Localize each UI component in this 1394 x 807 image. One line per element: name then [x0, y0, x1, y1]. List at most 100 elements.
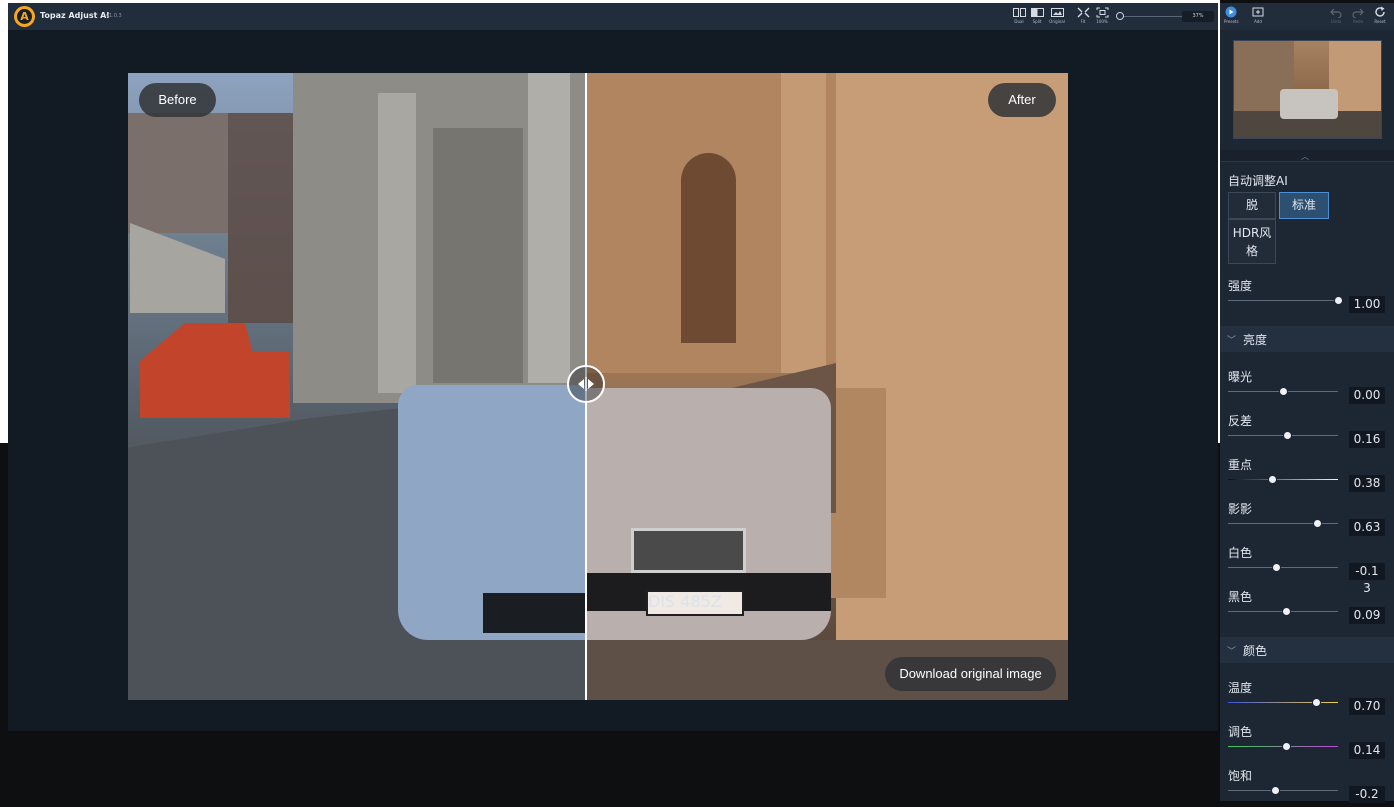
contrast-value[interactable]: 0.16 — [1349, 431, 1385, 448]
temperature-value[interactable]: 0.70 — [1349, 698, 1385, 715]
whites-slider-track[interactable] — [1228, 567, 1338, 568]
main-window: A Topaz Adjust AI v1.0.3 Dual Split Orig… — [8, 3, 1218, 731]
car-bumper — [483, 593, 586, 633]
top-toolbar: A Topaz Adjust AI v1.0.3 Dual Split Orig… — [8, 3, 1218, 30]
shadows-slider-handle[interactable] — [1312, 519, 1322, 528]
topaz-logo-icon: A — [14, 6, 35, 27]
image-icon — [1050, 8, 1064, 17]
saturation-slider-track[interactable] — [1228, 790, 1338, 791]
mode-hdr-button[interactable]: HDR风 格 — [1228, 219, 1276, 264]
undo-label: Undo — [1330, 19, 1342, 24]
scaffold-tower — [228, 113, 298, 323]
contrast-label: 反差 — [1228, 414, 1253, 428]
chevron-up-icon: ︿ — [1301, 152, 1309, 161]
stone-column — [528, 73, 570, 383]
strength-value[interactable]: 1.00 — [1349, 296, 1385, 313]
reset-button[interactable]: Reset — [1374, 6, 1386, 24]
add-preset-icon — [1252, 7, 1264, 17]
thumbnail-collapse-bar[interactable]: ︿ — [1220, 150, 1394, 162]
strength-slider-handle[interactable] — [1333, 296, 1343, 305]
license-plate: DIS 485Z — [646, 590, 744, 616]
section-brightness-title: 亮度 — [1243, 333, 1268, 347]
actual-size-icon — [1096, 7, 1108, 18]
shed-roof — [130, 223, 225, 313]
undo-icon — [1330, 8, 1342, 18]
blacks-label: 黑色 — [1228, 590, 1253, 604]
reset-label: Reset — [1374, 19, 1386, 24]
auto-adjust-title: 自动调整AI — [1228, 174, 1288, 188]
download-original-button[interactable]: Download original image — [885, 657, 1056, 691]
exposure-value[interactable]: 0.00 — [1349, 387, 1385, 404]
fit-icon — [1077, 7, 1089, 18]
highlights-value[interactable]: 0.38 — [1349, 475, 1385, 492]
zoom-value-field[interactable]: 37% — [1182, 11, 1214, 22]
after-image: DIS 485Z — [586, 73, 1068, 700]
whites-label: 白色 — [1228, 546, 1253, 560]
adjustments-panel: Presets Add Undo Redo Reset ︿ 自动调整AI 脱 标… — [1220, 3, 1394, 803]
temperature-label: 温度 — [1228, 681, 1253, 695]
saturation-value[interactable]: -0.2 — [1349, 786, 1385, 803]
after-label: After — [988, 83, 1056, 117]
saturation-slider-handle[interactable] — [1270, 786, 1280, 795]
tint-value[interactable]: 0.14 — [1349, 742, 1385, 759]
temperature-slider-handle[interactable] — [1311, 698, 1321, 707]
corner-wall — [836, 73, 1068, 700]
zoom-slider-track[interactable] — [1122, 16, 1182, 17]
highlights-slider-handle[interactable] — [1267, 475, 1277, 484]
whites-value[interactable]: -0.1 3 — [1349, 563, 1385, 597]
whites-value-line2: 3 — [1349, 580, 1385, 597]
redo-icon — [1352, 8, 1364, 18]
split-arrows-icon — [578, 377, 594, 391]
thumbnail-car — [1280, 89, 1338, 119]
original-view-button[interactable]: Original — [1046, 7, 1068, 29]
stone-column — [378, 93, 416, 393]
zoom-100-button[interactable]: 100% — [1091, 7, 1113, 29]
presets-icon — [1225, 6, 1237, 18]
exposure-label: 曝光 — [1228, 370, 1253, 384]
mode-off-button[interactable]: 脱 — [1228, 192, 1276, 219]
temperature-slider-track[interactable] — [1228, 702, 1338, 703]
reset-icon — [1375, 6, 1385, 17]
red-tractor — [140, 323, 290, 418]
split-label: Split — [1032, 19, 1042, 24]
stone-column — [781, 73, 826, 373]
section-brightness-header[interactable]: ﹀ 亮度 — [1220, 326, 1394, 352]
redo-button[interactable]: Redo — [1352, 6, 1364, 24]
split-view-button[interactable]: Split — [1026, 7, 1048, 29]
undo-button[interactable]: Undo — [1330, 6, 1342, 24]
shadows-value[interactable]: 0.63 — [1349, 519, 1385, 536]
preview-canvas[interactable]: DIS 485Z Before After Download original … — [128, 73, 1068, 700]
strength-slider-track[interactable] — [1228, 300, 1338, 301]
exposure-slider-handle[interactable] — [1278, 387, 1288, 396]
navigator-thumbnail[interactable] — [1233, 40, 1382, 139]
redo-label: Redo — [1352, 19, 1364, 24]
split-handle[interactable] — [567, 365, 605, 403]
blacks-slider-handle[interactable] — [1281, 607, 1291, 616]
section-color-header[interactable]: ﹀ 颜色 — [1220, 637, 1394, 663]
tint-slider-handle[interactable] — [1281, 742, 1291, 751]
fit-label: Fit — [1080, 19, 1086, 24]
add-preset-button[interactable]: Add — [1252, 6, 1264, 24]
before-image — [128, 73, 586, 700]
app-version: v1.0.3 — [106, 13, 122, 19]
arched-window — [681, 153, 736, 343]
contrast-slider-handle[interactable] — [1282, 431, 1292, 440]
presets-button[interactable]: Presets — [1224, 6, 1239, 24]
chevron-down-icon: ﹀ — [1227, 647, 1237, 657]
section-color-title: 颜色 — [1243, 644, 1268, 658]
background-building — [128, 113, 228, 233]
mode-standard-button[interactable]: 标准 — [1279, 192, 1329, 219]
add-label: Add — [1254, 19, 1262, 24]
mode-hdr-label-line1: HDR风 — [1232, 226, 1272, 240]
zoom-slider-handle[interactable] — [1116, 12, 1124, 20]
original-label: Original — [1049, 19, 1065, 24]
whites-slider-handle[interactable] — [1271, 563, 1281, 572]
highlights-slider-track[interactable] — [1228, 479, 1338, 480]
zoom-100-label: 100% — [1096, 19, 1108, 24]
chevron-down-icon: ﹀ — [1227, 336, 1237, 346]
whites-value-line1: -0.1 — [1355, 564, 1379, 578]
strength-label: 强度 — [1228, 279, 1253, 293]
blacks-value[interactable]: 0.09 — [1349, 607, 1385, 624]
highlights-label: 重点 — [1228, 458, 1253, 472]
car-grille — [631, 528, 746, 573]
